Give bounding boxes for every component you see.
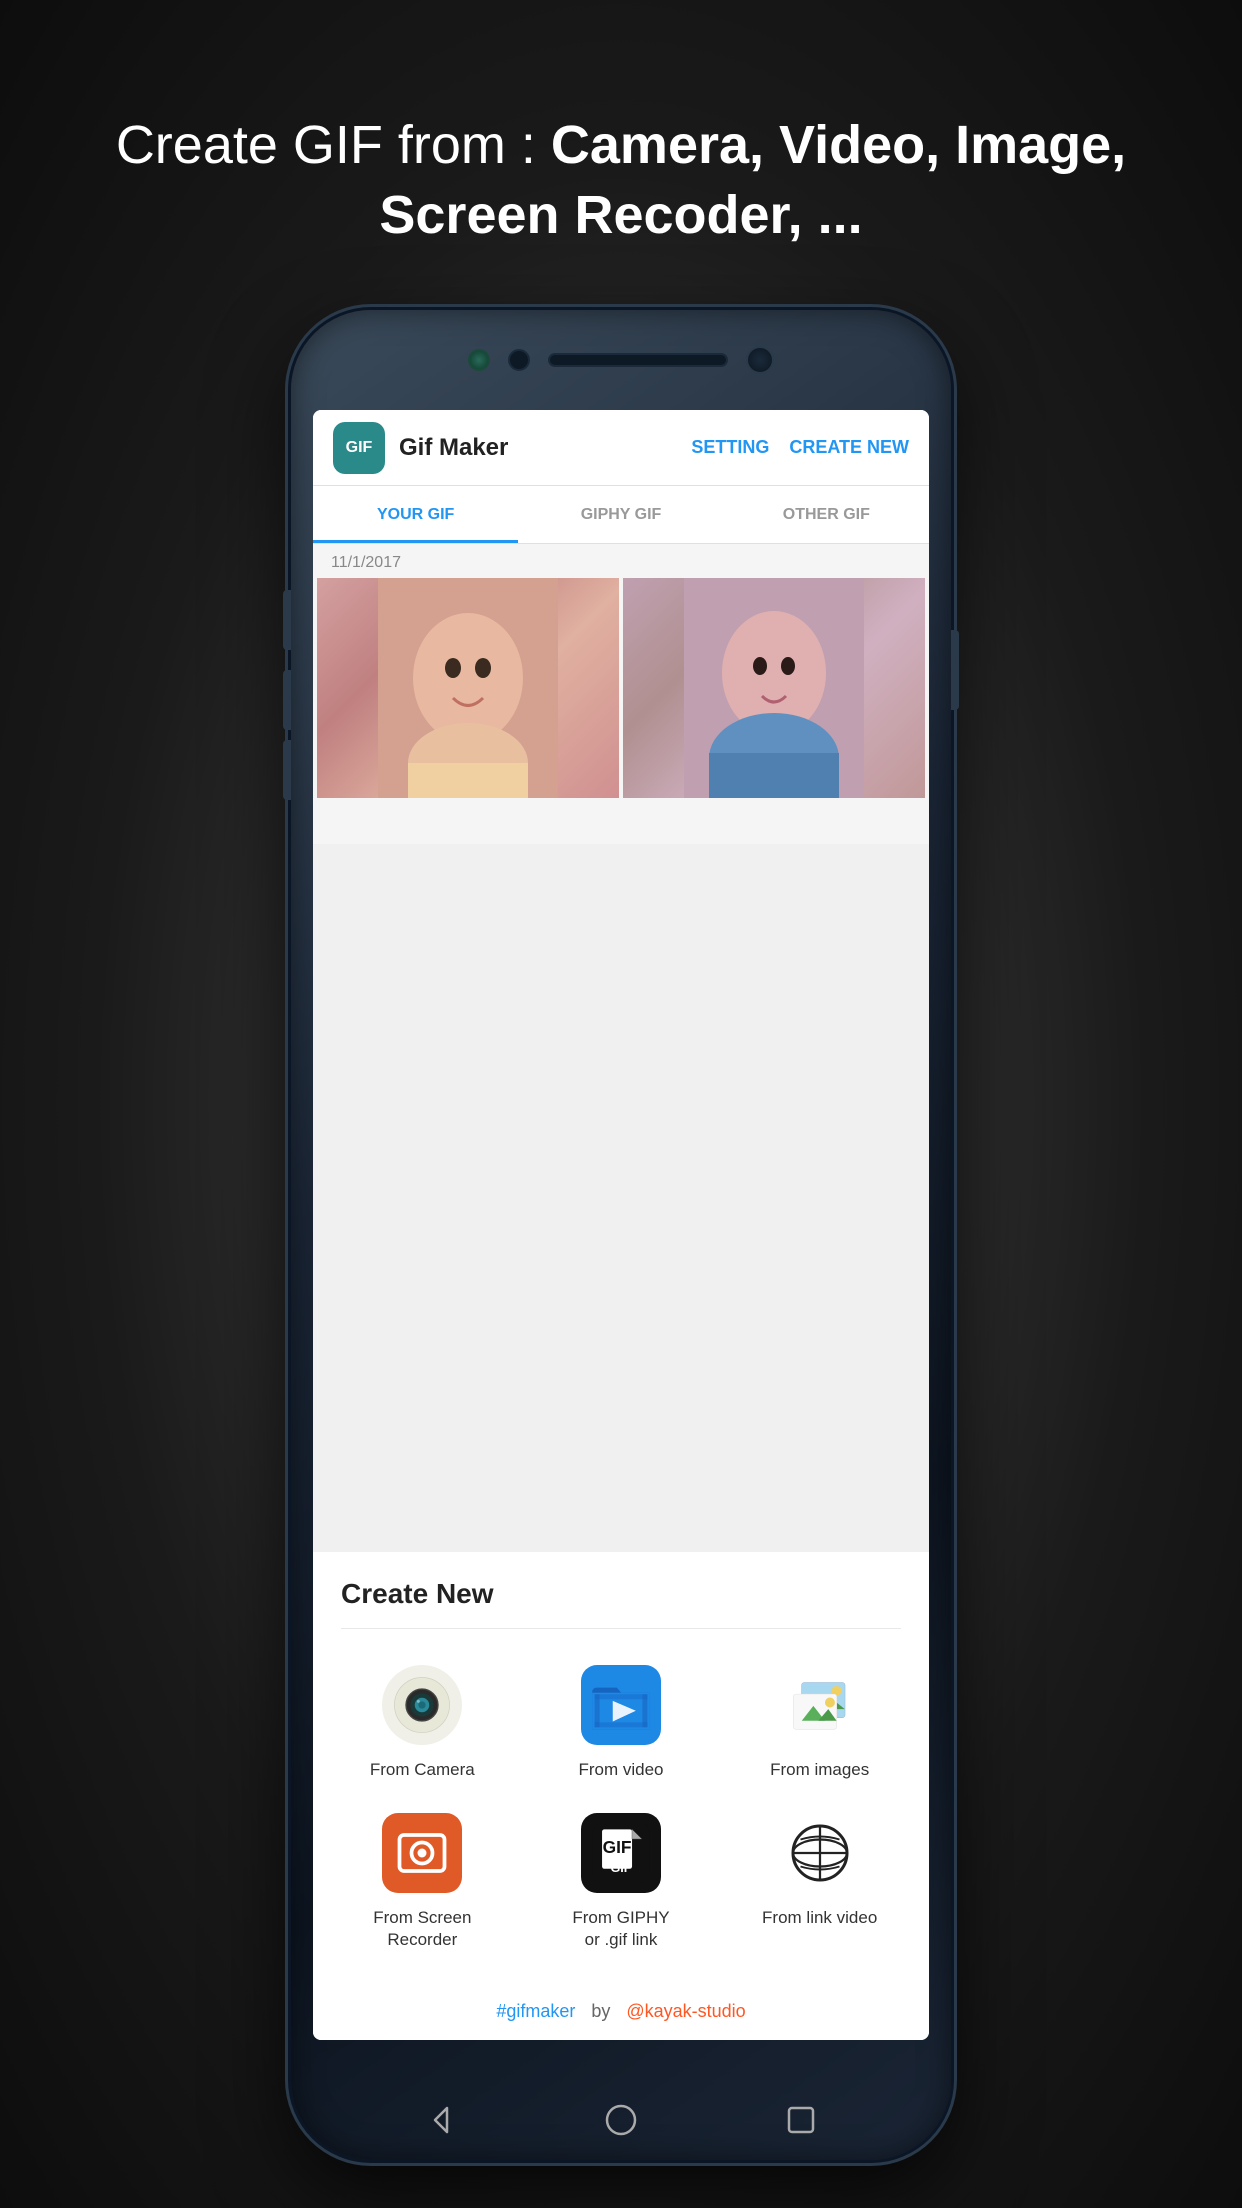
screen-recorder-icon xyxy=(392,1823,452,1883)
phone-screen: GIF Gif Maker SETTING CREATE NEW YOUR GI… xyxy=(313,410,929,2040)
screen-recorder-label: From ScreenRecorder xyxy=(373,1907,471,1951)
headline-normal: Create GIF from : xyxy=(116,115,551,175)
camera-icon-container xyxy=(382,1665,462,1745)
nav-home-button[interactable] xyxy=(599,2098,643,2142)
tab-bar: YOUR GIF GIPHY GIF OTHER GIF xyxy=(313,486,929,544)
tab-your-gif[interactable]: YOUR GIF xyxy=(313,486,518,543)
svg-text:GIF: GIF xyxy=(610,1861,631,1875)
tab-other-gif[interactable]: OTHER GIF xyxy=(724,486,929,543)
screen-rec-icon-container xyxy=(382,1813,462,1893)
phone-nav-bar xyxy=(291,2098,951,2142)
create-new-button[interactable]: CREATE NEW xyxy=(789,437,909,458)
footer-hashtag: #gifmaker xyxy=(496,2001,575,2022)
front-dot xyxy=(508,349,530,371)
footer-studio: @kayak-studio xyxy=(626,2001,745,2022)
svg-text:GIF: GIF xyxy=(603,1837,632,1857)
images-icon-container xyxy=(780,1665,860,1745)
giphy-icon: GIF GIF xyxy=(592,1823,650,1883)
gif-content-area: 11/1/2017 xyxy=(313,544,929,844)
images-label: From images xyxy=(770,1759,869,1781)
images-icon xyxy=(786,1676,854,1734)
gif-grid xyxy=(313,578,929,798)
app-icon-text: GIF xyxy=(346,439,373,457)
create-new-sheet: Create New xyxy=(313,1552,929,2040)
giphy-label: From GIPHYor .gif link xyxy=(572,1907,669,1951)
footer-by: by xyxy=(591,2001,610,2022)
thumbnail-image-2 xyxy=(623,578,925,798)
globe-icon xyxy=(790,1823,850,1883)
footer: #gifmaker by @kayak-studio xyxy=(313,1987,929,2040)
video-icon-container xyxy=(581,1665,661,1745)
home-icon xyxy=(603,2102,639,2138)
video-folder-icon xyxy=(588,1676,654,1734)
thumbnail-image-1 xyxy=(317,578,619,798)
option-screen-recorder[interactable]: From ScreenRecorder xyxy=(323,1797,522,1967)
gif-thumbnail-1[interactable] xyxy=(317,578,619,798)
headline: Create GIF from : Camera, Video, Image, … xyxy=(0,110,1242,250)
options-grid: From Camera xyxy=(313,1629,929,1987)
app-bar: GIF Gif Maker SETTING CREATE NEW xyxy=(313,410,929,486)
nav-recent-button[interactable] xyxy=(779,2098,823,2142)
nav-back-button[interactable] xyxy=(419,2098,463,2142)
option-giphy[interactable]: GIF GIF From GIPHYor .gif link xyxy=(522,1797,721,1967)
link-video-icon-container xyxy=(780,1813,860,1893)
camera-label: From Camera xyxy=(370,1759,475,1781)
app-icon: GIF xyxy=(333,422,385,474)
phone-top-bar xyxy=(468,346,774,374)
option-images[interactable]: From images xyxy=(720,1649,919,1797)
option-video[interactable]: From video xyxy=(522,1649,721,1797)
front-camera xyxy=(746,346,774,374)
option-link-video[interactable]: From link video xyxy=(720,1797,919,1967)
app-title: Gif Maker xyxy=(399,434,671,462)
back-icon xyxy=(423,2102,459,2138)
recent-icon xyxy=(783,2102,819,2138)
front-sensor xyxy=(468,349,490,371)
link-video-label: From link video xyxy=(762,1907,877,1929)
date-label: 11/1/2017 xyxy=(313,544,929,578)
video-label: From video xyxy=(578,1759,663,1781)
phone-body: GIF Gif Maker SETTING CREATE NEW YOUR GI… xyxy=(291,310,951,2160)
speaker-grille xyxy=(548,353,728,367)
option-camera[interactable]: From Camera xyxy=(323,1649,522,1797)
settings-button[interactable]: SETTING xyxy=(691,437,769,458)
giphy-icon-container: GIF GIF xyxy=(581,1813,661,1893)
gif-thumbnail-2[interactable] xyxy=(623,578,925,798)
camera-icon xyxy=(393,1676,451,1734)
phone-frame: GIF Gif Maker SETTING CREATE NEW YOUR GI… xyxy=(291,310,951,2160)
tab-giphy-gif[interactable]: GIPHY GIF xyxy=(518,486,723,543)
create-new-title: Create New xyxy=(313,1552,929,1628)
